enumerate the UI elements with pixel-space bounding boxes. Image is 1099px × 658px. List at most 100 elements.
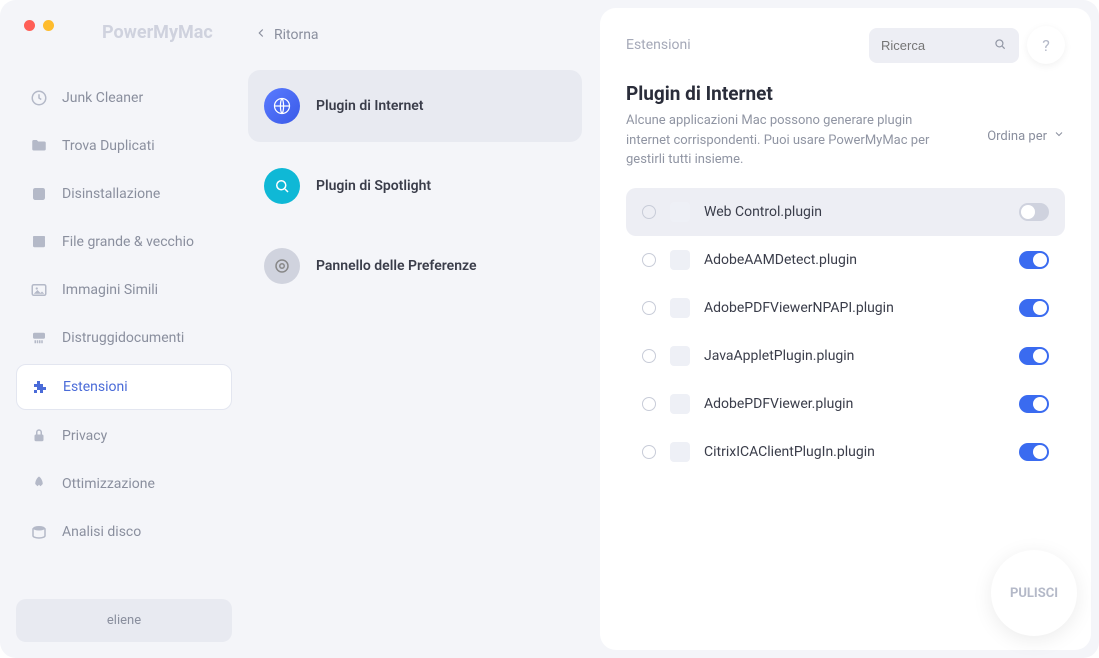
sidebar-item-label: Distruggidocumenti xyxy=(62,330,184,346)
enable-toggle[interactable] xyxy=(1019,443,1049,461)
plugin-thumb-icon xyxy=(670,442,690,462)
enable-toggle[interactable] xyxy=(1019,299,1049,317)
shredder-icon xyxy=(30,329,48,347)
plugin-row[interactable]: AdobeAAMDetect.plugin xyxy=(626,236,1065,284)
sidebar-item-optimization[interactable]: Ottimizzazione xyxy=(16,462,232,506)
select-checkbox[interactable] xyxy=(642,397,656,411)
plugin-row[interactable]: AdobePDFViewer.plugin xyxy=(626,380,1065,428)
image-icon xyxy=(30,281,48,299)
plugin-row[interactable]: JavaAppletPlugin.plugin xyxy=(626,332,1065,380)
page-description: Alcune applicazioni Mac possono generare… xyxy=(626,111,946,170)
plugin-name: AdobeAAMDetect.plugin xyxy=(704,252,1005,268)
sidebar-item-label: Privacy xyxy=(62,428,107,444)
sidebar-item-similar-images[interactable]: Immagini Simili xyxy=(16,268,232,312)
plugin-thumb-icon xyxy=(670,394,690,414)
minimize-window-icon[interactable] xyxy=(43,20,54,31)
clean-label: PULISCI xyxy=(1010,586,1058,601)
help-button[interactable]: ? xyxy=(1027,26,1065,64)
back-button[interactable]: Ritorna xyxy=(248,10,582,60)
sidebar-item-privacy[interactable]: Privacy xyxy=(16,414,232,458)
search-input[interactable] xyxy=(881,38,985,53)
enable-toggle[interactable] xyxy=(1019,251,1049,269)
category-label: Plugin di Internet xyxy=(316,98,424,114)
sidebar-item-shredder[interactable]: Distruggidocumenti xyxy=(16,316,232,360)
sidebar-item-label: File grande & vecchio xyxy=(62,234,194,250)
plugin-thumb-icon xyxy=(670,202,690,222)
gear-icon xyxy=(264,248,300,284)
plugin-name: Web Control.plugin xyxy=(704,204,1005,220)
sidebar-item-largefiles[interactable]: File grande & vecchio xyxy=(16,220,232,264)
category-spotlight-plugins[interactable]: Plugin di Spotlight xyxy=(248,150,582,222)
window-controls xyxy=(24,20,54,31)
sidebar-item-label: Analisi disco xyxy=(62,524,141,540)
rocket-icon xyxy=(30,475,48,493)
main-header: Estensioni ? xyxy=(600,8,1091,64)
back-label: Ritorna xyxy=(274,27,319,43)
sidebar-item-label: Immagini Simili xyxy=(62,282,158,298)
plugin-thumb-icon xyxy=(670,346,690,366)
app-window: PowerMyMac Junk Cleaner Trova Duplicati … xyxy=(0,0,1099,658)
content-area: Plugin di Internet Alcune applicazioni M… xyxy=(600,64,1091,632)
lock-icon xyxy=(30,427,48,445)
search-icon xyxy=(264,168,300,204)
folder-icon xyxy=(30,137,48,155)
plugin-row[interactable]: AdobePDFViewerNPAPI.plugin xyxy=(626,284,1065,332)
plugin-thumb-icon xyxy=(670,298,690,318)
enable-toggle[interactable] xyxy=(1019,203,1049,221)
clean-button[interactable]: PULISCI xyxy=(991,550,1077,636)
globe-icon xyxy=(264,88,300,124)
category-label: Pannello delle Preferenze xyxy=(316,258,477,274)
plugin-name: JavaAppletPlugin.plugin xyxy=(704,348,1005,364)
enable-toggle[interactable] xyxy=(1019,395,1049,413)
user-badge[interactable]: eliene xyxy=(16,599,232,642)
sidebar-item-uninstall[interactable]: Disinstallazione xyxy=(16,172,232,216)
category-label: Plugin di Spotlight xyxy=(316,178,431,194)
search-icon xyxy=(993,36,1007,55)
select-checkbox[interactable] xyxy=(642,253,656,267)
plugin-list: Web Control.plugin AdobeAAMDetect.plugin A… xyxy=(626,188,1065,476)
category-list: Plugin di Internet Plugin di Spotlight P… xyxy=(248,70,582,302)
plugin-name: AdobePDFViewer.plugin xyxy=(704,396,1005,412)
sidebar-item-label: Disinstallazione xyxy=(62,186,160,202)
sidebar-item-disk-analysis[interactable]: Analisi disco xyxy=(16,510,232,554)
enable-toggle[interactable] xyxy=(1019,347,1049,365)
category-preference-panes[interactable]: Pannello delle Preferenze xyxy=(248,230,582,302)
plugin-name: AdobePDFViewerNPAPI.plugin xyxy=(704,300,1005,316)
sidebar-item-junk-cleaner[interactable]: Junk Cleaner xyxy=(16,76,232,120)
page-title: Plugin di Internet xyxy=(626,82,946,105)
title-row: Plugin di Internet Alcune applicazioni M… xyxy=(626,82,1065,170)
select-checkbox[interactable] xyxy=(642,349,656,363)
user-name: eliene xyxy=(107,613,141,628)
category-internet-plugins[interactable]: Plugin di Internet xyxy=(248,70,582,142)
select-checkbox[interactable] xyxy=(642,205,656,219)
sidebar-item-extensions[interactable]: Estensioni xyxy=(16,364,232,410)
select-checkbox[interactable] xyxy=(642,445,656,459)
chevron-left-icon xyxy=(254,26,268,44)
disk-icon xyxy=(30,523,48,541)
sidebar-item-label: Trova Duplicati xyxy=(62,138,155,154)
puzzle-icon xyxy=(31,378,49,396)
category-panel: Ritorna Plugin di Internet Plugin di Spo… xyxy=(248,0,600,658)
box-icon xyxy=(30,233,48,251)
sidebar-item-label: Estensioni xyxy=(63,379,128,395)
plugin-thumb-icon xyxy=(670,250,690,270)
close-window-icon[interactable] xyxy=(24,20,35,31)
chevron-down-icon xyxy=(1053,128,1065,144)
plugin-row[interactable]: CitrixICAClientPlugIn.plugin xyxy=(626,428,1065,476)
sidebar-item-label: Junk Cleaner xyxy=(62,90,143,106)
sidebar-nav: Junk Cleaner Trova Duplicati Disinstalla… xyxy=(16,76,232,554)
sidebar-item-label: Ottimizzazione xyxy=(62,476,155,492)
search-box[interactable] xyxy=(869,28,1019,63)
sidebar-item-duplicates[interactable]: Trova Duplicati xyxy=(16,124,232,168)
app-brand: PowerMyMac xyxy=(102,22,213,43)
select-checkbox[interactable] xyxy=(642,301,656,315)
question-icon: ? xyxy=(1042,36,1050,55)
sort-button[interactable]: Ordina per xyxy=(987,128,1065,144)
sidebar: Junk Cleaner Trova Duplicati Disinstalla… xyxy=(0,0,248,658)
sort-label: Ordina per xyxy=(987,129,1047,144)
plugin-name: CitrixICAClientPlugIn.plugin xyxy=(704,444,1005,460)
breadcrumb: Estensioni xyxy=(626,37,691,53)
plugin-row[interactable]: Web Control.plugin xyxy=(626,188,1065,236)
app-icon xyxy=(30,185,48,203)
broom-icon xyxy=(30,89,48,107)
